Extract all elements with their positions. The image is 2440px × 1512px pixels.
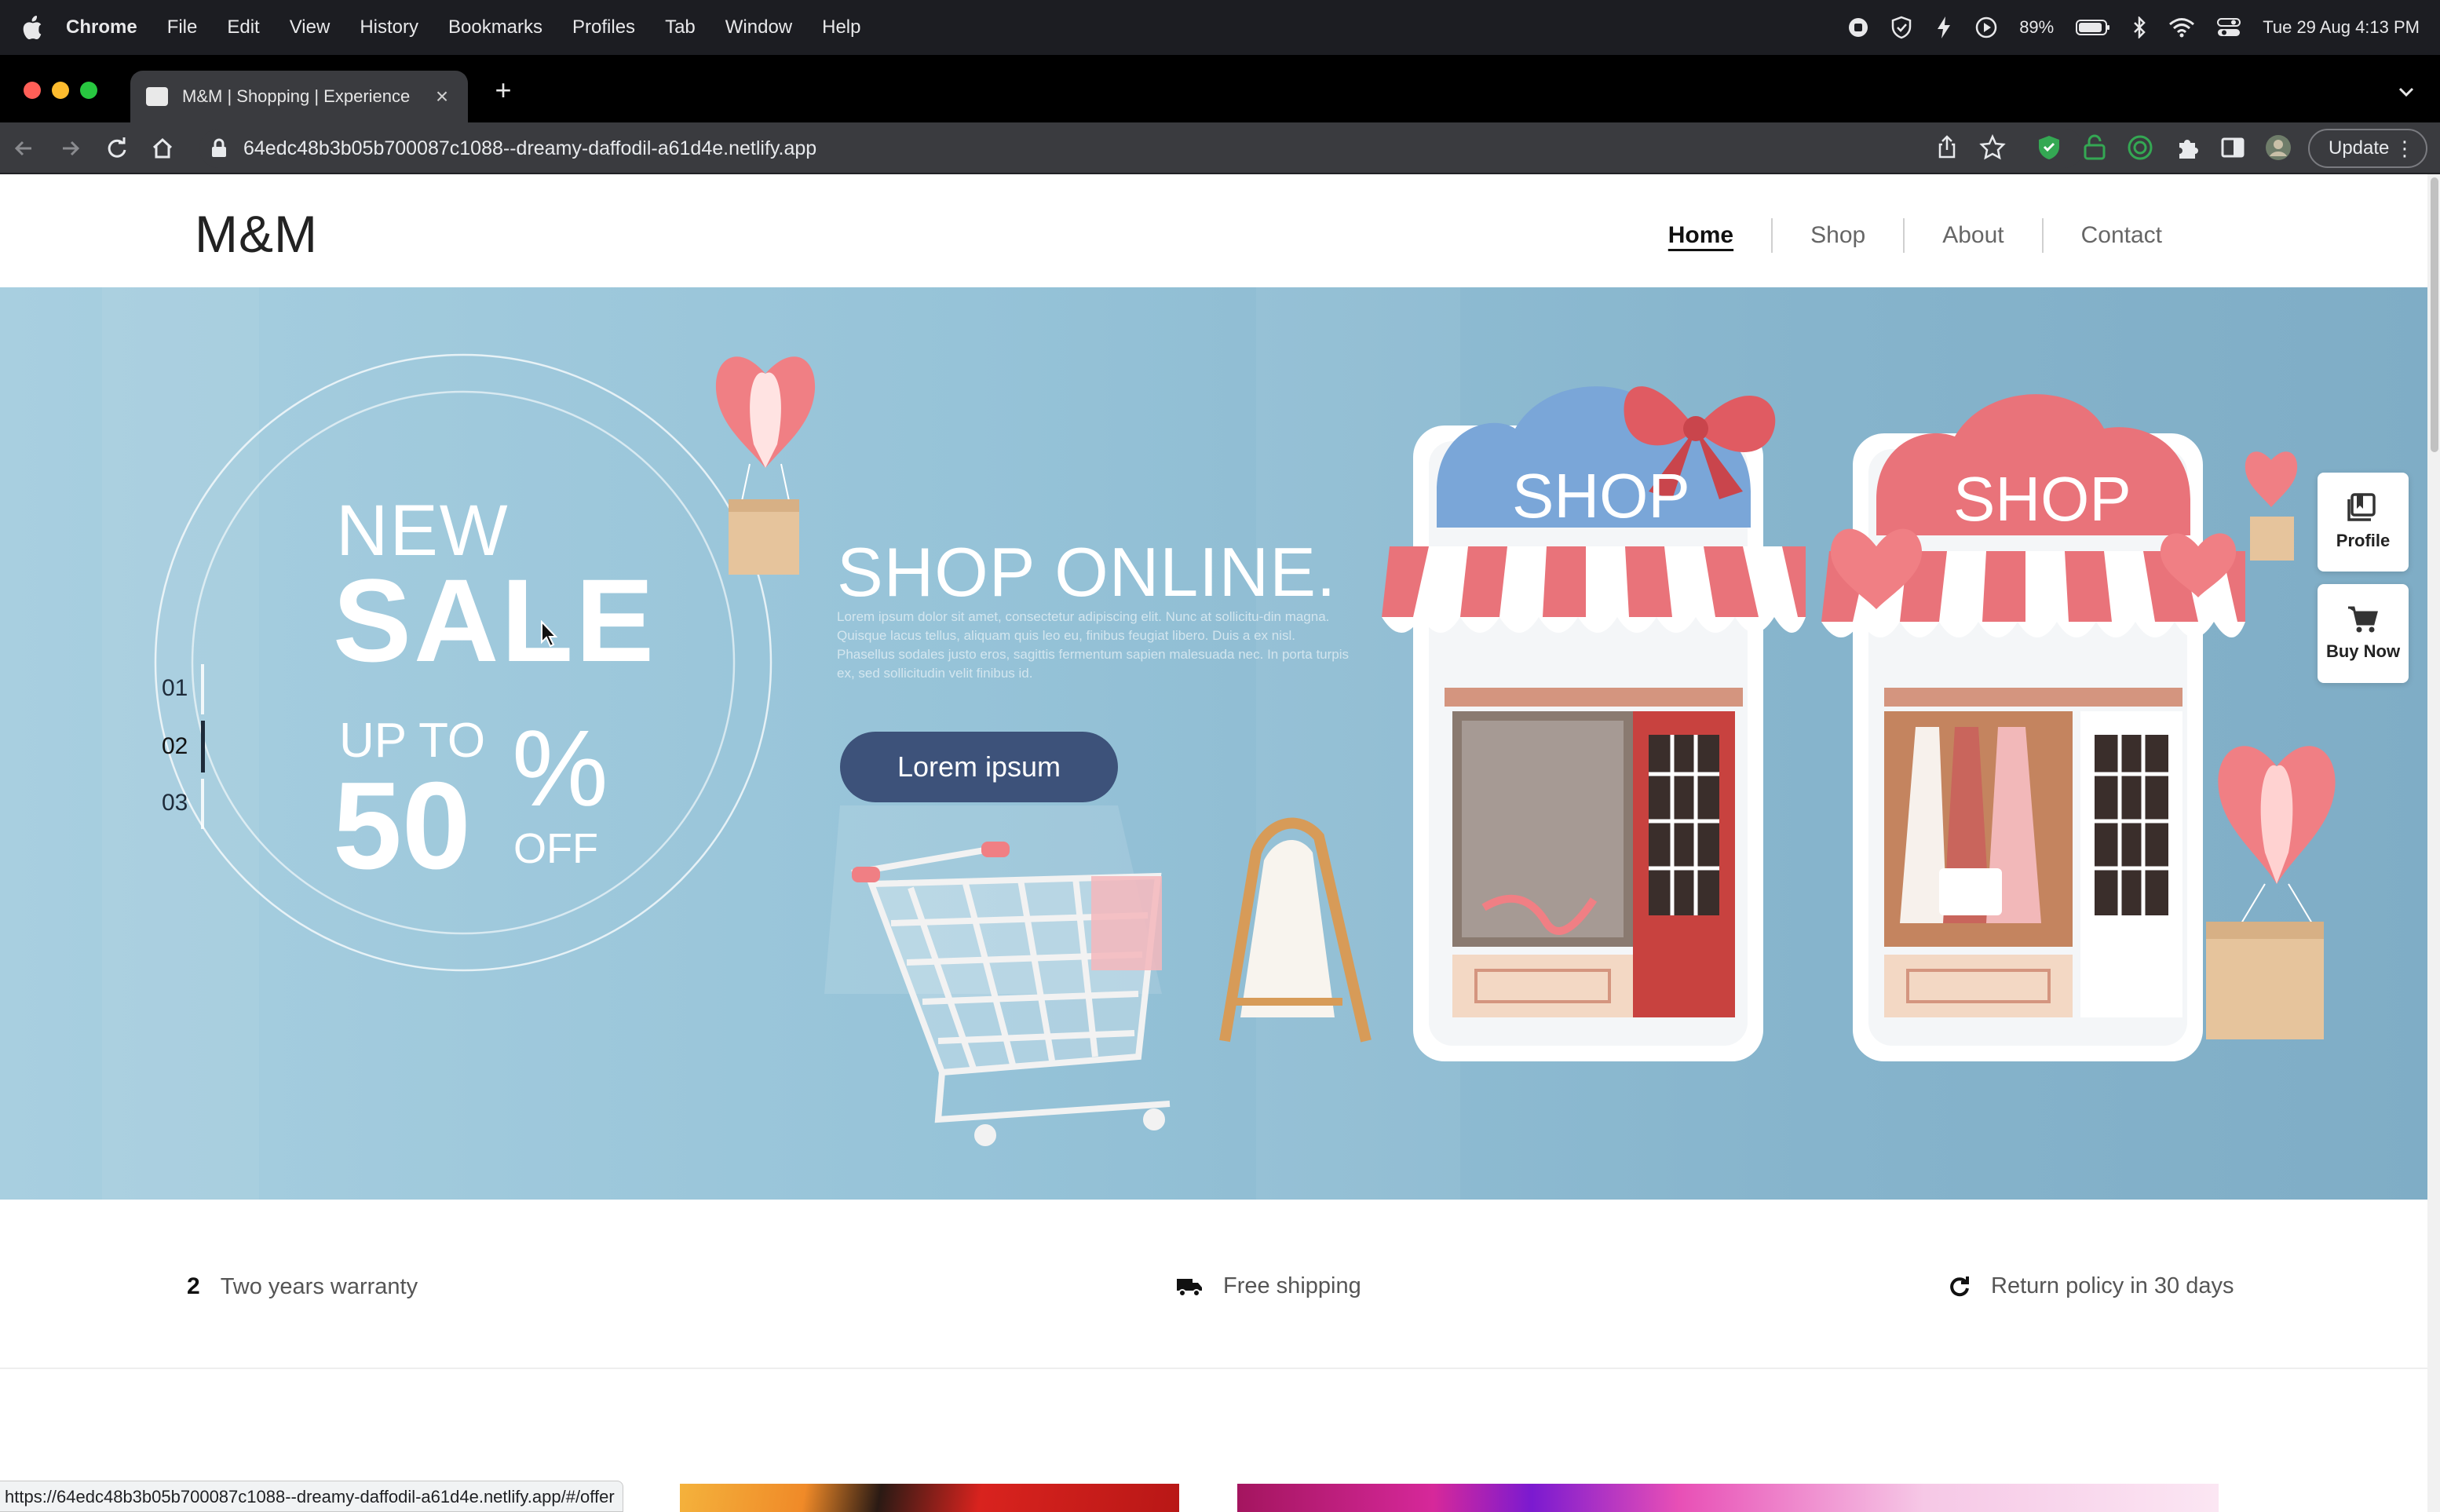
hero-banner[interactable]: NEW SALE UP TO 50 % OFF SHOP ONLINE. Lor…: [0, 287, 2427, 1200]
sale-label: SALE: [333, 554, 657, 686]
window-zoom-button[interactable]: [80, 82, 97, 99]
browser-tab-active[interactable]: M&M | Shopping | Experience ×: [130, 71, 468, 122]
feature-shipping: Free shipping: [1176, 1273, 1361, 1299]
share-icon[interactable]: [1933, 133, 1961, 162]
hero-headline: SHOP ONLINE.: [837, 533, 1337, 611]
site-favicon-icon: [146, 87, 168, 106]
shop-sign-right: SHOP: [1953, 464, 2131, 534]
balloon-icon: [2206, 746, 2336, 1039]
shield-icon[interactable]: [1890, 16, 1912, 39]
control-center-icon[interactable]: [2217, 17, 2241, 38]
forward-arrow-icon[interactable]: [57, 135, 83, 162]
menu-help[interactable]: Help: [822, 16, 860, 38]
battery-icon[interactable]: [2076, 19, 2110, 36]
nav-link-home[interactable]: Home: [1631, 222, 1771, 249]
address-bar[interactable]: 64edc48b3b05b700087c1088--dreamy-daffodi…: [199, 129, 2084, 168]
sale-percent-value: 50: [333, 757, 471, 895]
hero-cta-button[interactable]: Lorem ipsum: [840, 732, 1118, 802]
profile-avatar-icon[interactable]: [2264, 133, 2292, 162]
features-bar: 2 Two years warranty Free shipping Retur…: [0, 1200, 2427, 1369]
menubar-clock[interactable]: Tue 29 Aug 4:13 PM: [2263, 17, 2420, 38]
bookmark-star-icon[interactable]: [1978, 133, 2007, 162]
tab-title: M&M | Shopping | Experience: [182, 86, 411, 106]
feature-returns: Return policy in 30 days: [1949, 1273, 2234, 1299]
slide-number-2-active[interactable]: 02: [162, 733, 209, 760]
profile-book-icon: [2347, 493, 2376, 521]
lock-icon[interactable]: [210, 138, 228, 159]
profile-floating-button[interactable]: Profile: [2318, 473, 2409, 572]
balloon-icon: [715, 356, 816, 575]
menu-app-chrome[interactable]: Chrome: [66, 16, 137, 38]
wifi-icon[interactable]: [2168, 17, 2195, 38]
home-icon[interactable]: [149, 135, 176, 162]
menu-edit[interactable]: Edit: [227, 16, 259, 38]
reload-icon[interactable]: [104, 135, 130, 162]
menu-history[interactable]: History: [360, 16, 418, 38]
menubar-status-area: 89% Tue 29 Aug 4:13 PM: [1848, 0, 2420, 55]
slide-number-3[interactable]: 03: [162, 790, 209, 816]
feature-shipping-label: Free shipping: [1223, 1273, 1361, 1298]
site-logo[interactable]: M&M: [195, 204, 318, 264]
nav-link-shop[interactable]: Shop: [1773, 222, 1903, 249]
shop-sign-left: SHOP: [1512, 461, 1690, 531]
target-extension-icon[interactable]: [2126, 133, 2154, 162]
menu-view[interactable]: View: [290, 16, 331, 38]
macos-menu-bar: Chrome File Edit View History Bookmarks …: [0, 0, 2440, 55]
update-label: Update: [2329, 137, 2390, 159]
feature-returns-label: Return policy in 30 days: [1991, 1273, 2234, 1298]
buy-now-floating-button[interactable]: Buy Now: [2318, 584, 2409, 683]
slide-number-1[interactable]: 01: [162, 675, 209, 702]
apple-logo-icon[interactable]: [20, 15, 44, 40]
new-tab-button[interactable]: +: [490, 76, 517, 104]
menu-tab[interactable]: Tab: [665, 16, 696, 38]
tab-close-icon[interactable]: ×: [430, 84, 454, 109]
battery-percent: 89%: [2019, 17, 2055, 37]
product-image-right[interactable]: [1237, 1484, 2219, 1512]
buy-now-label: Buy Now: [2325, 641, 2401, 661]
sale-off-label: OFF: [513, 825, 598, 872]
balloon-icon: [2245, 451, 2298, 507]
web-page: M&M Home Shop About Contact NEW SALE UP …: [0, 174, 2427, 1512]
main-nav: Home Shop About Contact: [1631, 218, 2200, 253]
cart-icon: [2348, 606, 2378, 633]
side-panel-icon[interactable]: [2219, 133, 2247, 162]
play-icon[interactable]: [1975, 16, 1997, 38]
link-status-tooltip: https://64edc48b3b05b700087c1088--dreamy…: [0, 1481, 623, 1512]
bluetooth-icon[interactable]: [2132, 16, 2146, 38]
chrome-update-button[interactable]: Update ⋮: [2308, 129, 2427, 168]
screen: Chrome File Edit View History Bookmarks …: [0, 0, 2440, 1512]
kebab-menu-icon[interactable]: ⋮: [2394, 138, 2415, 159]
product-image-left[interactable]: [680, 1484, 1179, 1512]
feature-warranty: 2 Two years warranty: [187, 1273, 418, 1300]
hero-body-text: Lorem ipsum dolor sit amet, consectetur …: [837, 609, 1350, 681]
extensions-puzzle-icon[interactable]: [2173, 133, 2201, 162]
record-icon[interactable]: [1848, 17, 1868, 38]
menu-profiles[interactable]: Profiles: [572, 16, 635, 38]
page-scrollbar-thumb[interactable]: [2431, 177, 2438, 452]
profile-label: Profile: [2336, 531, 2391, 550]
lock-extension-icon[interactable]: [2080, 133, 2109, 162]
menu-bookmarks[interactable]: Bookmarks: [448, 16, 542, 38]
mouse-cursor-icon: [541, 620, 558, 648]
menu-window[interactable]: Window: [725, 16, 792, 38]
menu-file[interactable]: File: [167, 16, 198, 38]
warranty-icon: 2: [187, 1273, 200, 1299]
window-close-button[interactable]: [24, 82, 41, 99]
adblock-shield-extension-icon[interactable]: [2035, 133, 2063, 162]
truck-icon: [1176, 1276, 1203, 1297]
refresh-icon: [1949, 1276, 1971, 1298]
url-text: 64edc48b3b05b700087c1088--dreamy-daffodi…: [243, 137, 817, 159]
back-arrow-icon[interactable]: [11, 135, 38, 162]
sale-percent-sign: %: [512, 708, 608, 829]
window-minimize-button[interactable]: [52, 82, 69, 99]
feature-warranty-label: Two years warranty: [220, 1273, 418, 1299]
site-header: M&M Home Shop About Contact: [0, 174, 2427, 287]
nav-link-contact[interactable]: Contact: [2044, 222, 2200, 249]
nav-link-about[interactable]: About: [1905, 222, 2041, 249]
lightning-icon[interactable]: [1934, 16, 1953, 39]
tab-search-chevron-icon[interactable]: [2396, 82, 2416, 102]
